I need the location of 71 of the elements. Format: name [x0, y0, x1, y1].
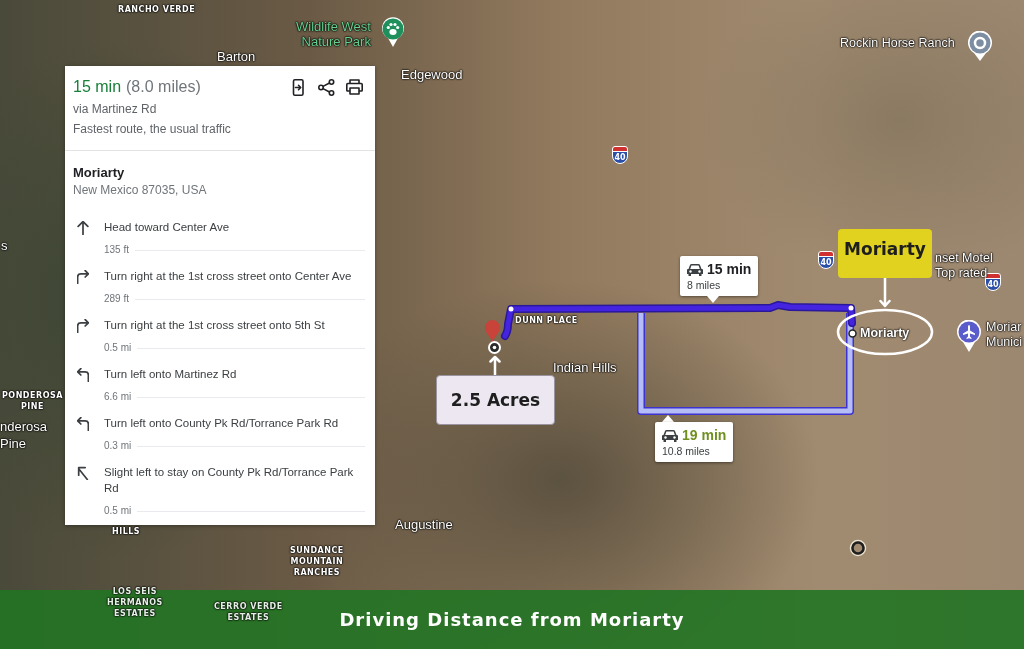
- destination-name: Moriarty: [73, 164, 126, 182]
- direction-step[interactable]: Turn left onto County Pk Rd/Torrance Park Rd: [104, 415, 365, 431]
- print-icon: [345, 79, 363, 95]
- step-distance: 289 ft: [104, 292, 130, 306]
- map-label: nderosa Pine: [0, 418, 47, 452]
- car-icon: [687, 263, 703, 276]
- map-label: PONDEROSA PINE: [2, 390, 63, 412]
- route-line[interactable]: [637, 313, 854, 415]
- trip-distance: (8.0 miles): [126, 77, 201, 97]
- target-marker-icon: [488, 341, 501, 354]
- direction-step[interactable]: Turn left onto Martinez Rd: [104, 366, 365, 382]
- route-distance: 8 miles: [687, 279, 722, 292]
- map-label: Indian Hills: [553, 359, 617, 376]
- map-label: RANCHO VERDE: [118, 4, 196, 15]
- map-label: Moriar Munici: [986, 320, 1023, 350]
- place-label: Moriarty: [860, 325, 910, 341]
- map-label: Top rated: [935, 266, 988, 281]
- share-button[interactable]: [317, 78, 335, 96]
- left-turn-arrow-icon: [77, 368, 89, 382]
- step-distance: 6.6 mi: [104, 390, 132, 404]
- up-left-arrow-icon: [77, 466, 89, 480]
- map-pin-icon: [485, 320, 500, 342]
- direction-step[interactable]: Turn right at the 1st cross street onto Center Ave: [104, 268, 365, 284]
- left-turn-arrow-icon: [77, 417, 89, 431]
- right-turn-arrow-icon: [77, 270, 89, 284]
- map-label: HILLS: [112, 526, 141, 537]
- banner-title: Driving Distance from Moriarty: [339, 609, 685, 630]
- triangle-pointer-icon: [707, 296, 719, 303]
- up-arrow-icon: [77, 221, 89, 235]
- step-distance: 0.5 mi: [104, 504, 132, 518]
- paw-pin-icon: [381, 17, 405, 47]
- interstate-shield: 40: [818, 251, 834, 269]
- step-distance: 0.3 mi: [104, 439, 132, 453]
- map-label: Barton: [217, 48, 256, 65]
- route-line[interactable]: [501, 301, 856, 340]
- destination-address: New Mexico 87035, USA: [73, 182, 208, 198]
- map-label: Edgewood: [401, 66, 463, 83]
- dot-marker-icon: [848, 328, 857, 338]
- map-label: nset Motel: [935, 251, 993, 266]
- map-label: Wildlife West Nature Park: [296, 19, 371, 49]
- trip-duration: 15 min: [73, 77, 122, 97]
- direction-step[interactable]: Turn right at the 1st cross street onto 5th St: [104, 317, 365, 333]
- map-label: Augustine: [395, 516, 453, 533]
- acreage-callout: 2.5 Acres: [436, 375, 555, 425]
- step-distance: 135 ft: [104, 243, 130, 257]
- step-distance: 0.5 mi: [104, 341, 132, 355]
- print-button[interactable]: [345, 78, 363, 96]
- route-duration: 15 min: [707, 261, 752, 278]
- location-pin-icon: [967, 31, 993, 61]
- town-callout: Moriarty: [838, 229, 932, 278]
- route-via: via Martinez Rd: [72, 101, 158, 117]
- route-distance: 10.8 miles: [662, 445, 711, 458]
- map-label: DUNN PLACE: [515, 315, 578, 326]
- pointer-arrow: [879, 278, 891, 308]
- share-icon: [317, 78, 335, 96]
- map-label: s: [1, 237, 8, 254]
- ring-marker-icon: [849, 539, 867, 557]
- interstate-shield: 40: [612, 146, 628, 164]
- triangle-pointer-icon: [662, 415, 674, 422]
- direction-step[interactable]: Head toward Center Ave: [104, 219, 365, 235]
- map-label: CERRO VERDE ESTATES: [214, 601, 283, 623]
- pointer-arrow: [489, 355, 501, 375]
- route-duration: 19 min: [682, 427, 727, 444]
- map-label: LOS SEIS HERMANOS ESTATES: [107, 586, 163, 619]
- map-label: SUNDANCE MOUNTAIN RANCHES: [290, 545, 344, 578]
- airplane-pin-icon: [956, 320, 982, 352]
- right-turn-arrow-icon: [77, 319, 89, 333]
- map-label: Rockin Horse Ranch: [840, 36, 955, 51]
- direction-step[interactable]: Slight left to stay on County Pk Rd/Torrance Park Rd: [104, 464, 365, 496]
- traffic-note: Fastest route, the usual traffic: [72, 121, 232, 137]
- car-icon: [662, 429, 678, 442]
